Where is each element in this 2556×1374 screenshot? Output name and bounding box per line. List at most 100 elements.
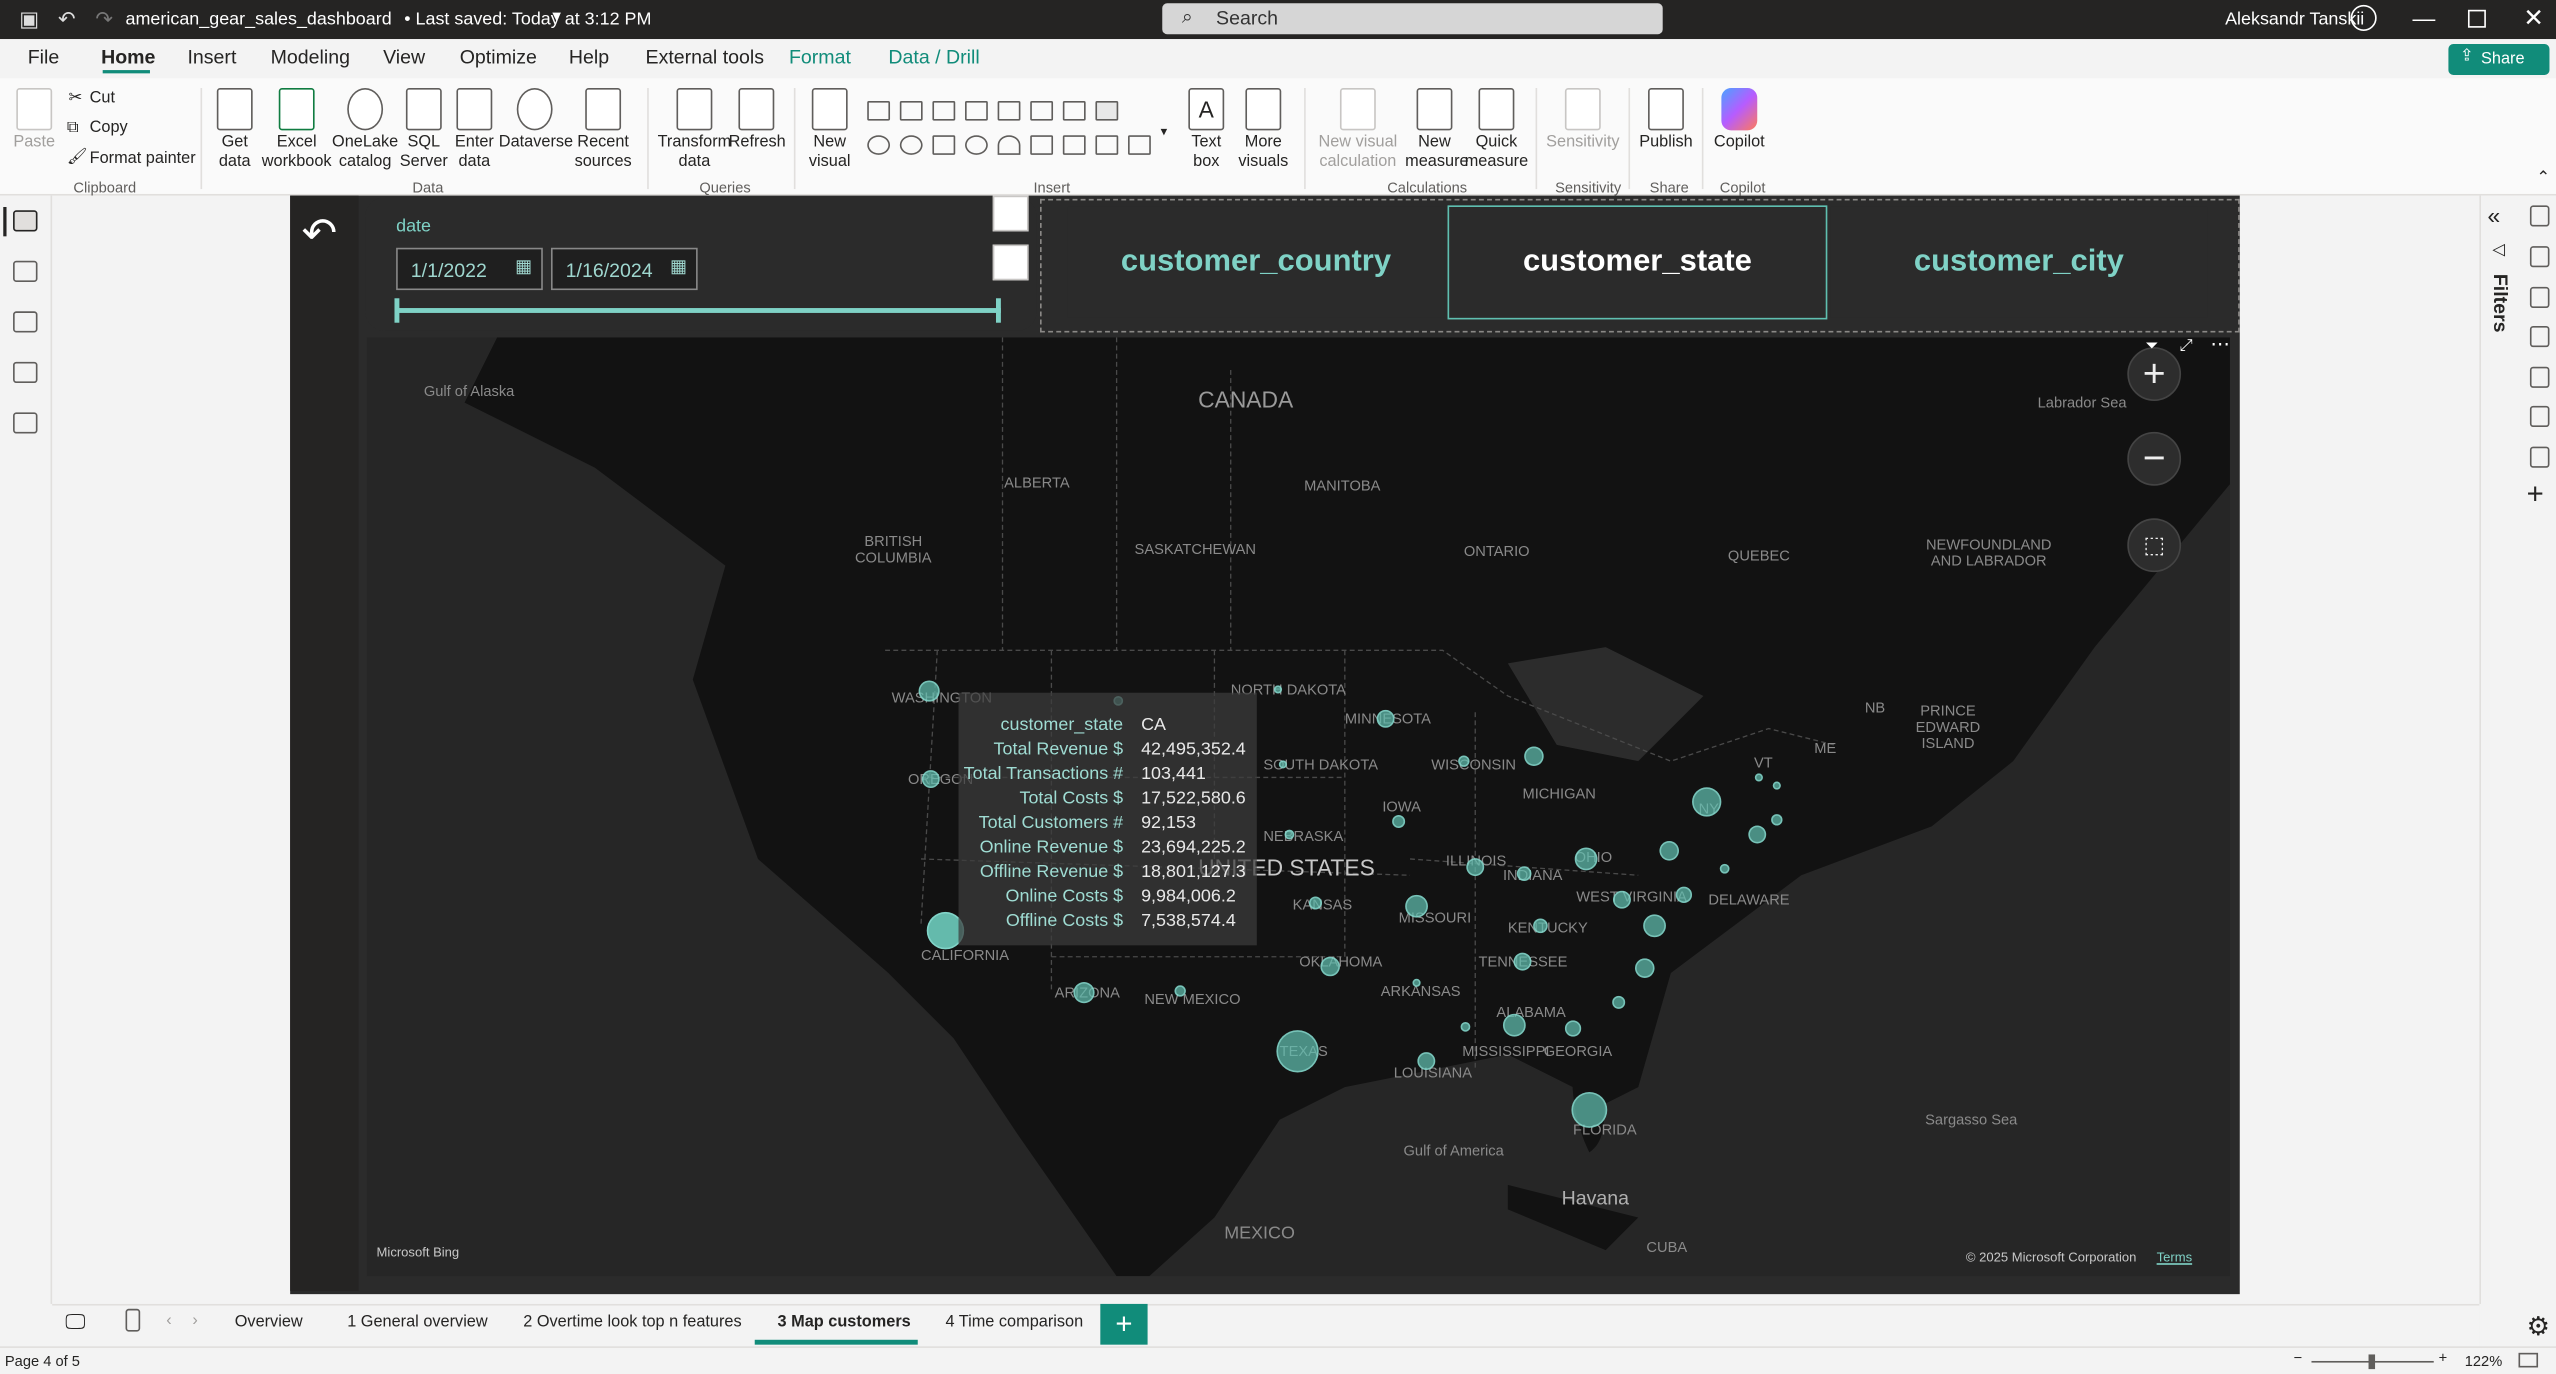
- calendar-icon[interactable]: ▦: [670, 256, 687, 278]
- map-bubble-iowa[interactable]: [1392, 814, 1406, 828]
- map-bubble-new-hampshire[interactable]: [1772, 781, 1781, 790]
- map-bubble-nebraska[interactable]: [1284, 829, 1295, 840]
- header-card-country[interactable]: customer_country: [1067, 206, 1445, 318]
- map-bubble-mississippi[interactable]: [1460, 1021, 1471, 1032]
- map-visual[interactable]: Gulf of Alaska CANADA ALBERTA BRITISH CO…: [366, 337, 2230, 1277]
- page-tab-overview[interactable]: Overview: [235, 1314, 303, 1332]
- collapse-ribbon-icon[interactable]: ⌃: [2536, 170, 2550, 188]
- zoom-in-icon[interactable]: +: [2439, 1350, 2448, 1366]
- close-icon[interactable]: ✕: [2523, 3, 2544, 33]
- mobile-layout-icon[interactable]: [125, 1308, 141, 1332]
- tab-home[interactable]: Home: [101, 46, 155, 69]
- tab-insert[interactable]: Insert: [187, 46, 236, 69]
- multi-row-card-icon[interactable]: [1062, 135, 1086, 155]
- chevron-down-icon[interactable]: ▼: [549, 8, 564, 24]
- filter-funnel-icon[interactable]: ◁: [2492, 241, 2505, 259]
- stacked-bar-icon[interactable]: [867, 101, 891, 121]
- format-pane-icon[interactable]: [2529, 286, 2550, 309]
- performance-icon[interactable]: [2529, 405, 2550, 428]
- enter-data-button[interactable]: Enter data: [450, 88, 499, 173]
- report-view-icon[interactable]: [13, 210, 38, 232]
- gauge-icon[interactable]: [997, 135, 1021, 155]
- pie-chart-icon[interactable]: [867, 135, 891, 155]
- new-visual-calculation-button[interactable]: New visual calculation: [1311, 88, 1406, 173]
- excel-workbook-button[interactable]: Excel workbook: [261, 88, 333, 173]
- filled-map-icon[interactable]: [965, 135, 988, 155]
- map-visual-icon[interactable]: [1095, 101, 1119, 121]
- expand-panes-icon[interactable]: «: [2488, 202, 2501, 228]
- matrix-icon[interactable]: [1128, 135, 1151, 155]
- page-tab-map-customers[interactable]: 3 Map customers: [778, 1314, 911, 1332]
- fit-to-page-icon[interactable]: [2518, 1352, 2539, 1368]
- avatar-icon[interactable]: [2350, 4, 2377, 31]
- focus-mode-icon[interactable]: ⤢: [2179, 337, 2192, 355]
- map-bubble-georgia[interactable]: [1564, 1020, 1582, 1037]
- data-pane-icon[interactable]: [2529, 205, 2550, 227]
- map-bubble-connecticut[interactable]: [1771, 814, 1783, 826]
- map-bubble-arizona[interactable]: [1073, 982, 1095, 1004]
- refresh-button[interactable]: Refresh: [729, 88, 786, 153]
- map-bubble-virginia[interactable]: [1643, 914, 1666, 938]
- model-view-icon[interactable]: [13, 311, 38, 333]
- visualizations-pane-icon[interactable]: [2529, 246, 2550, 268]
- prev-page-icon[interactable]: ‹: [166, 1312, 171, 1330]
- visual-format-icon[interactable]: [992, 195, 1029, 232]
- tab-file[interactable]: File: [28, 46, 60, 69]
- user-name[interactable]: Aleksandr Tanskii: [2225, 10, 2364, 30]
- recent-sources-button[interactable]: Recent sources: [569, 88, 637, 173]
- minimize-icon[interactable]: —: [2413, 5, 2436, 31]
- map-bubble-alabama[interactable]: [1502, 1013, 1526, 1037]
- map-bubble-west-virginia[interactable]: [1612, 890, 1631, 909]
- donut-chart-icon[interactable]: [899, 135, 923, 155]
- more-visuals-button[interactable]: More visuals: [1231, 88, 1296, 173]
- map-bubble-oklahoma[interactable]: [1320, 956, 1340, 977]
- dataverse-button[interactable]: Dataverse: [499, 88, 573, 153]
- map-bubble-missouri[interactable]: [1405, 894, 1428, 918]
- maximize-icon[interactable]: [2467, 9, 2486, 28]
- map-bubble-pennsylvania[interactable]: [1659, 841, 1680, 861]
- add-page-button[interactable]: +: [1100, 1303, 1148, 1345]
- sync-slicers-icon[interactable]: [2529, 446, 2550, 468]
- tab-format[interactable]: Format: [789, 46, 851, 69]
- page-tab-time-comparison[interactable]: 4 Time comparison: [945, 1314, 1083, 1332]
- treemap-icon[interactable]: [932, 135, 956, 155]
- next-page-icon[interactable]: ›: [192, 1312, 197, 1330]
- terms-link[interactable]: Terms: [2157, 1250, 2193, 1265]
- map-bubble-south-dakota[interactable]: [1278, 760, 1287, 769]
- sql-server-button[interactable]: SQL Server: [399, 88, 448, 173]
- slider-start-handle[interactable]: [394, 298, 400, 323]
- chevron-down-icon[interactable]: ▾: [1161, 124, 1168, 139]
- map-bubble-louisiana[interactable]: [1417, 1052, 1436, 1071]
- map-bubble-tennessee[interactable]: [1513, 952, 1532, 971]
- card-icon[interactable]: [1030, 135, 1054, 155]
- transform-data-button[interactable]: Transform data: [657, 88, 732, 173]
- cut-button[interactable]: Cut: [90, 90, 115, 108]
- slider-end-handle[interactable]: [995, 298, 1001, 323]
- map-bubble-kansas[interactable]: [1308, 896, 1323, 910]
- paste-button[interactable]: Paste: [11, 88, 57, 153]
- undo-icon[interactable]: ↶: [52, 5, 81, 34]
- map-bubble-illinois[interactable]: [1466, 858, 1485, 877]
- map-bubble-washington[interactable]: [918, 680, 940, 702]
- map-bubble-north-carolina[interactable]: [1634, 958, 1655, 978]
- map-bubble-michigan[interactable]: [1524, 746, 1544, 767]
- calendar-icon[interactable]: ▦: [515, 256, 532, 278]
- new-visual-button[interactable]: New visual: [804, 88, 856, 173]
- map-bubble-new-york[interactable]: [1692, 787, 1722, 817]
- tab-external-tools[interactable]: External tools: [646, 46, 765, 69]
- map-bubble-indiana[interactable]: [1516, 866, 1532, 881]
- new-measure-button[interactable]: New measure: [1405, 88, 1469, 173]
- text-box-button[interactable]: A Text box: [1183, 88, 1229, 173]
- onelake-catalog-button[interactable]: OneLake catalog: [331, 88, 399, 173]
- map-bubble-texas[interactable]: [1276, 1030, 1319, 1073]
- map-bubble-new-jersey[interactable]: [1748, 825, 1767, 844]
- map-bubble-vermont[interactable]: [1754, 773, 1763, 782]
- map-bubble-new-mexico[interactable]: [1174, 985, 1186, 997]
- clustered-bar-icon[interactable]: [932, 101, 956, 121]
- zoom-slider-thumb[interactable]: [2368, 1354, 2376, 1370]
- copy-button[interactable]: Copy: [90, 119, 128, 137]
- copilot-button[interactable]: Copilot: [1710, 88, 1769, 153]
- bookmarks-icon[interactable]: [2529, 366, 2550, 388]
- tab-modeling[interactable]: Modeling: [271, 46, 350, 69]
- back-arrow-icon[interactable]: ↶: [302, 209, 338, 260]
